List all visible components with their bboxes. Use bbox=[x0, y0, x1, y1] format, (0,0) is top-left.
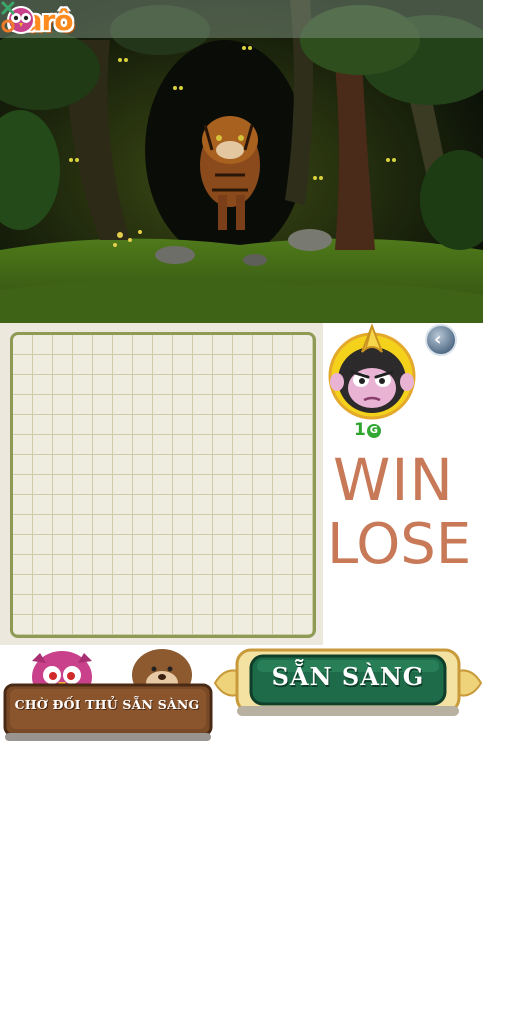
coin-icon: G bbox=[366, 424, 381, 438]
jungle-banner: carô bbox=[0, 0, 483, 323]
back-button[interactable]: ‹ bbox=[425, 324, 457, 356]
lose-label: LOSE bbox=[327, 512, 472, 577]
caro-game-board[interactable] bbox=[10, 332, 316, 638]
waiting-opponent-sign bbox=[3, 649, 213, 741]
caro-board-panel bbox=[0, 323, 323, 645]
score-value: 1 bbox=[354, 420, 366, 440]
chevron-left-icon: ‹ bbox=[434, 329, 442, 350]
opponent-score: 1G bbox=[354, 420, 381, 440]
waiting-opponent-label: CHỜ ĐỐI THỦ SẴN SÀNG bbox=[14, 697, 200, 712]
ready-button-label[interactable]: SẴN SÀNG bbox=[252, 662, 444, 691]
opponent-avatar bbox=[328, 323, 416, 420]
win-label: WIN bbox=[333, 446, 454, 514]
xo-game-icon bbox=[1, 1, 15, 33]
jungle-scene-illustration bbox=[0, 0, 483, 323]
